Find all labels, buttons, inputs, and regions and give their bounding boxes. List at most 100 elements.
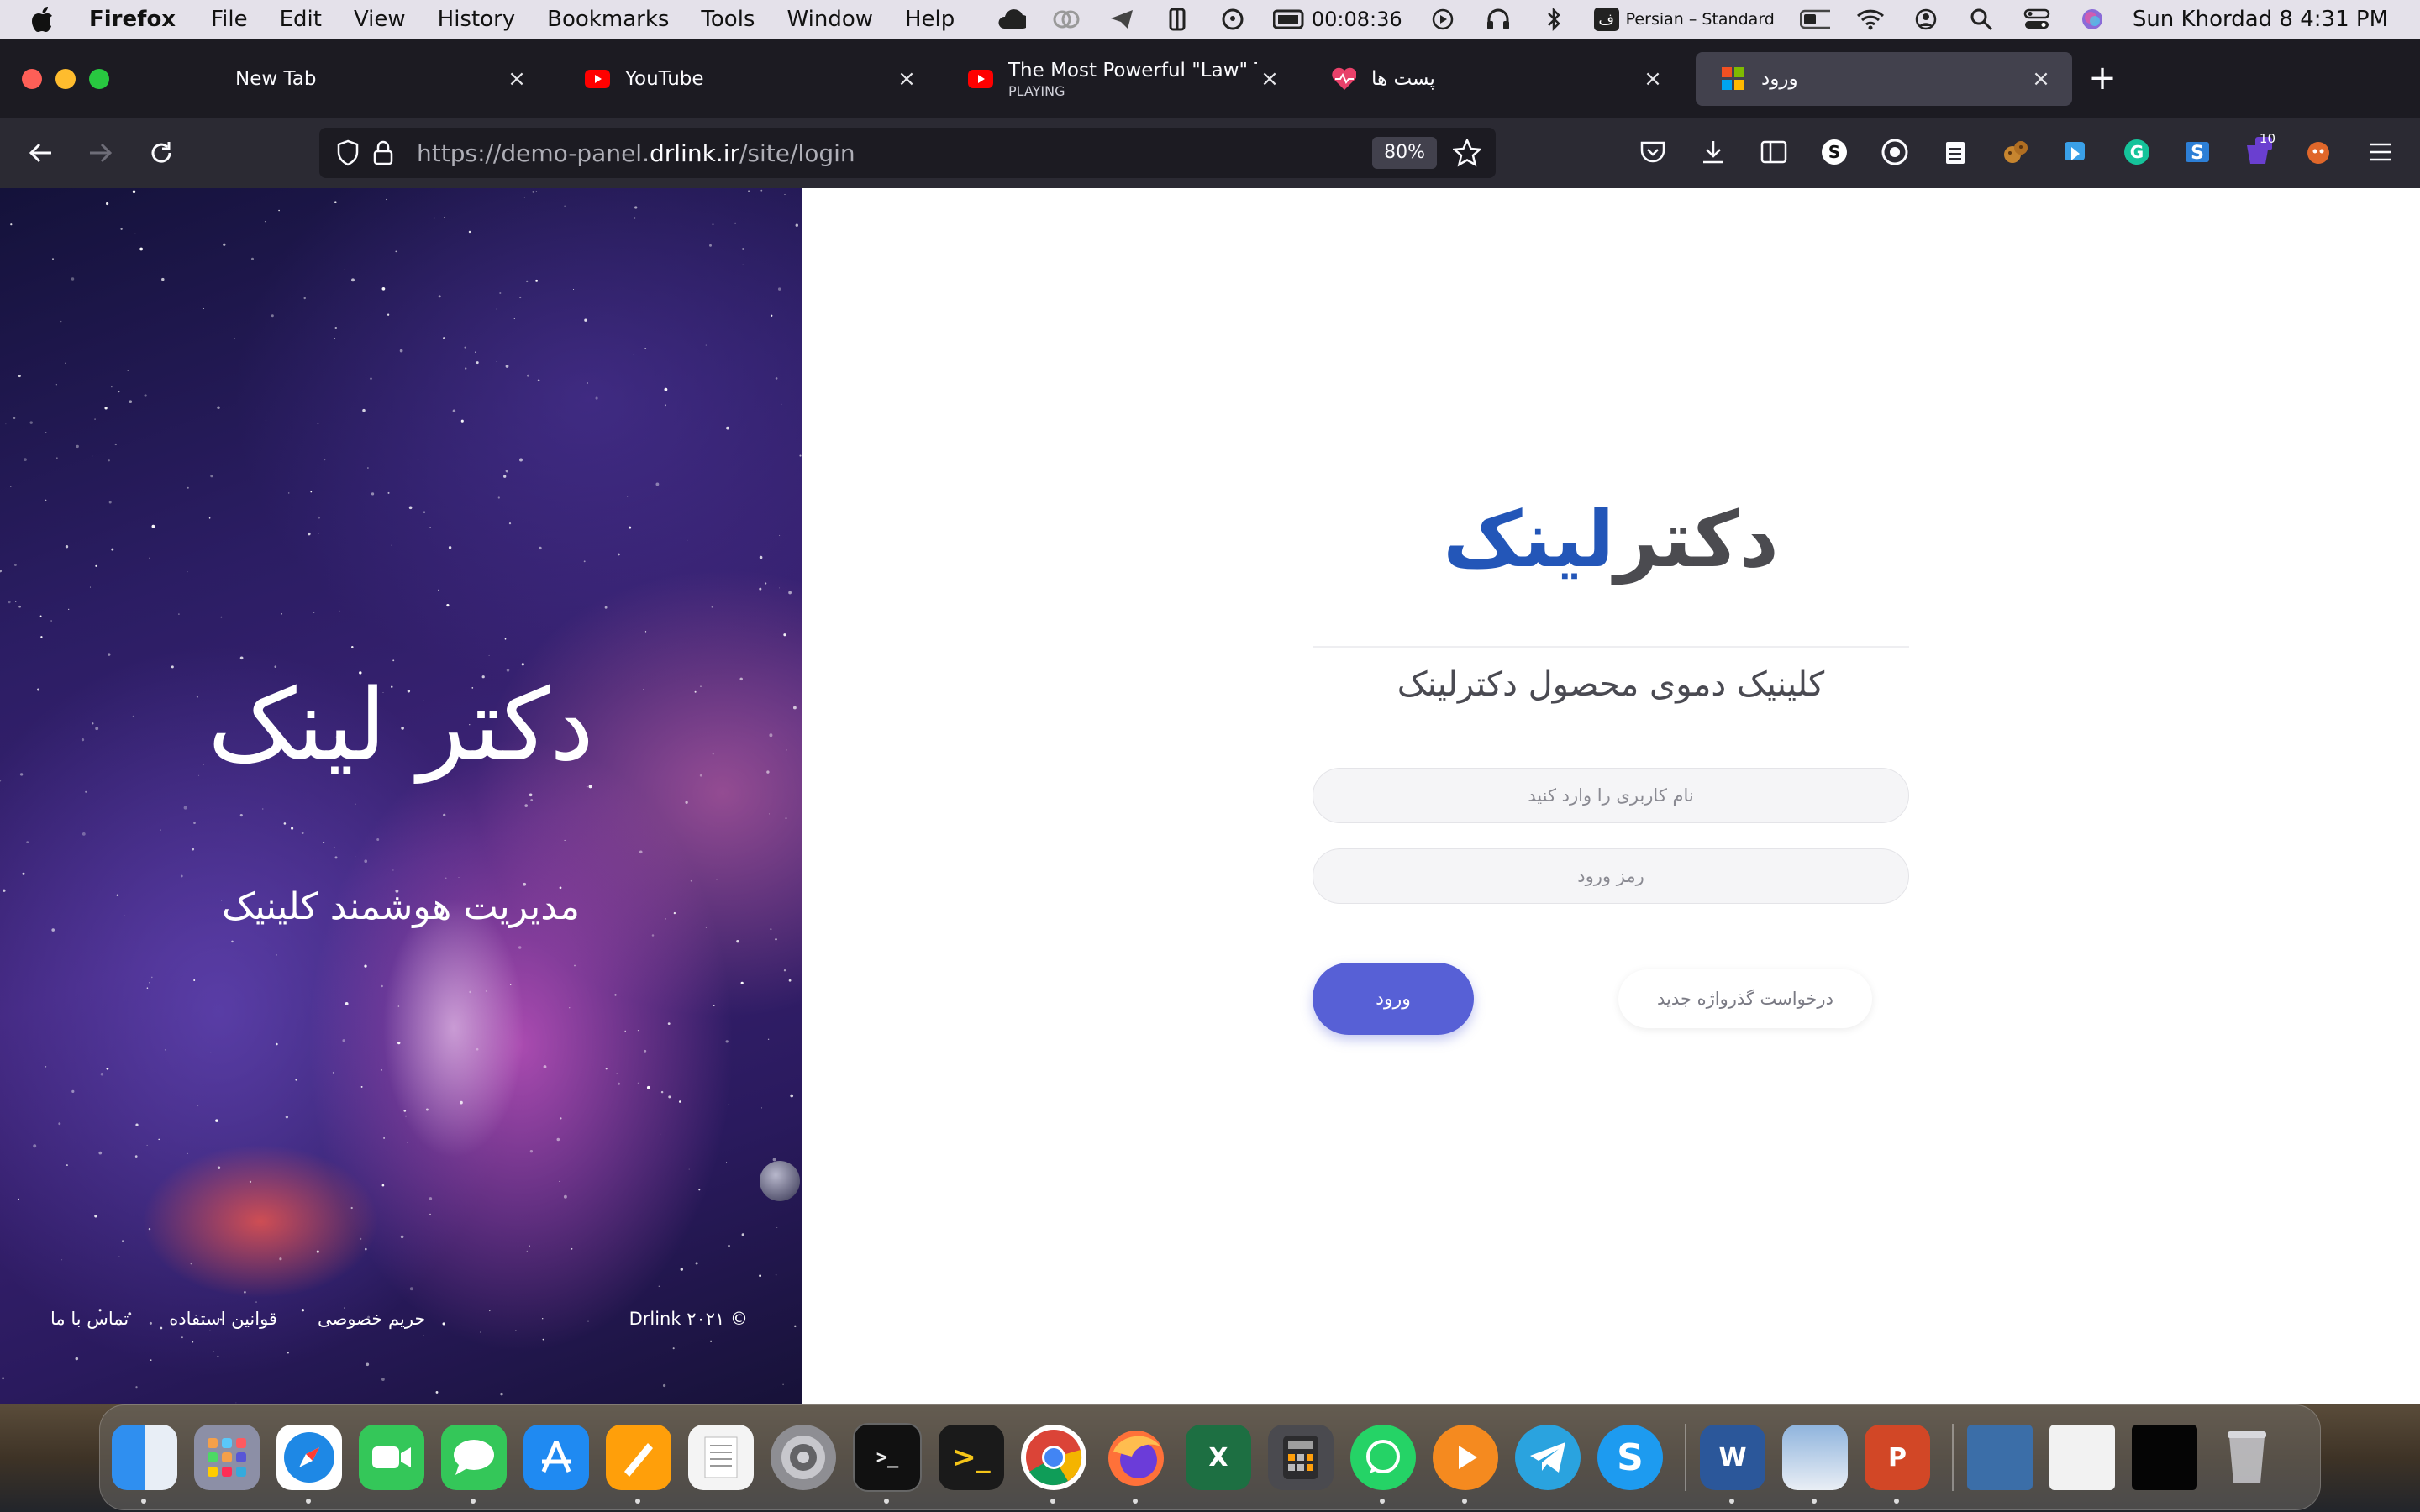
pocket-icon[interactable] [1634, 133, 1672, 171]
extension-s-blue-icon[interactable]: S [2178, 133, 2217, 171]
whatsapp-icon[interactable] [1350, 1425, 1416, 1504]
extension-s-icon[interactable]: S [1815, 133, 1854, 171]
reload-button[interactable] [141, 133, 182, 173]
menubar-clock[interactable]: Sun Khordad 8 4:31 PM [2133, 7, 2388, 32]
menu-edit[interactable]: Edit [280, 7, 322, 32]
username-input[interactable] [1313, 768, 1909, 823]
hamburger-menu-icon[interactable] [2361, 133, 2400, 171]
translate-extension-icon[interactable] [2057, 133, 2096, 171]
facetime-icon[interactable] [359, 1425, 424, 1490]
zoom-level-button[interactable]: 80% [1372, 137, 1437, 169]
tab-login-active[interactable]: ورود × [1696, 52, 2072, 106]
url-text[interactable]: https://demo-panel.drlink.ir/site/login [417, 139, 855, 167]
preview-icon[interactable] [1782, 1425, 1848, 1504]
back-button[interactable] [20, 133, 60, 173]
telegram-send-icon[interactable] [1107, 7, 1137, 32]
siri-icon[interactable] [2077, 7, 2107, 32]
timer-display[interactable]: 00:08:36 [1272, 8, 1402, 31]
safari-icon[interactable] [276, 1425, 342, 1504]
menu-window[interactable]: Window [786, 7, 873, 32]
shield-icon[interactable] [331, 136, 365, 170]
podcast-icon[interactable] [1218, 7, 1248, 32]
extension-fox-icon[interactable] [2299, 133, 2338, 171]
minimized-window-thumbnail[interactable] [1967, 1425, 2033, 1490]
contact-us-link[interactable]: تماس با ما [50, 1309, 129, 1329]
menu-history[interactable]: History [438, 7, 516, 32]
system-preferences-icon[interactable] [771, 1425, 836, 1490]
trash-icon[interactable] [2214, 1425, 2280, 1490]
close-tab-icon[interactable]: × [504, 66, 529, 92]
launchpad-icon[interactable] [194, 1425, 260, 1490]
extension-circle-icon[interactable] [1876, 133, 1914, 171]
notes-icon[interactable] [1936, 133, 1975, 171]
messages-icon[interactable] [441, 1425, 507, 1504]
menu-file[interactable]: File [211, 7, 248, 32]
menu-tools[interactable]: Tools [701, 7, 755, 32]
tab-posts[interactable]: پست ها × [1306, 52, 1684, 106]
excel-icon[interactable]: X [1186, 1425, 1251, 1490]
grammarly-icon[interactable]: G [2118, 133, 2156, 171]
extension-badge-icon[interactable]: 10 [2238, 131, 2277, 171]
wifi-icon[interactable] [1855, 7, 1886, 32]
bookmark-star-icon[interactable] [1450, 136, 1484, 170]
firefox-icon[interactable] [1103, 1425, 1169, 1504]
password-input[interactable] [1313, 848, 1909, 904]
infuse-icon[interactable] [1433, 1425, 1498, 1504]
word-icon[interactable]: W [1700, 1425, 1765, 1504]
menu-help[interactable]: Help [905, 7, 955, 32]
close-tab-icon[interactable]: × [1640, 66, 1665, 92]
privacy-link[interactable]: حریم خصوصی [318, 1309, 425, 1329]
app-name[interactable]: Firefox [89, 7, 176, 32]
request-new-password-button[interactable]: درخواست گذرواژه جدید [1618, 969, 1872, 1028]
forward-button[interactable] [81, 133, 121, 173]
lock-icon[interactable] [366, 136, 400, 170]
apple-menu-icon[interactable] [32, 7, 66, 32]
split-icon[interactable] [1162, 7, 1192, 32]
maximize-window-button[interactable] [89, 69, 109, 89]
close-window-button[interactable] [22, 69, 42, 89]
powerpoint-icon[interactable]: P [1865, 1425, 1930, 1504]
menu-bookmarks[interactable]: Bookmarks [547, 7, 669, 32]
downloads-icon[interactable] [1694, 133, 1733, 171]
powershell-icon[interactable]: >_ [939, 1425, 1004, 1490]
pages-icon[interactable] [606, 1425, 671, 1504]
play-icon[interactable] [1428, 7, 1458, 32]
tab-video-playing[interactable]: The Most Powerful "Law" That C PLAYING × [943, 52, 1301, 106]
minimize-window-button[interactable] [55, 69, 76, 89]
chrome-icon[interactable] [1021, 1425, 1086, 1504]
spotlight-search-icon[interactable] [1966, 7, 1996, 32]
minimized-document-thumbnail[interactable] [2049, 1425, 2115, 1490]
skype-icon[interactable]: S [1597, 1425, 1663, 1490]
close-tab-icon[interactable]: × [894, 66, 919, 92]
star-dot [362, 408, 366, 412]
control-center-icon[interactable] [2022, 7, 2052, 32]
terminal-icon[interactable]: >_ [853, 1423, 922, 1504]
close-tab-icon[interactable]: × [1257, 66, 1282, 92]
tab-youtube[interactable]: YouTube × [560, 52, 938, 106]
bluetooth-icon[interactable] [1539, 7, 1569, 32]
cookie-icon[interactable] [1996, 133, 2035, 171]
minimized-video-thumbnail[interactable] [2132, 1425, 2197, 1490]
calculator-icon[interactable] [1268, 1425, 1334, 1490]
new-tab-button[interactable]: + [2086, 61, 2119, 96]
app-store-icon[interactable] [523, 1425, 589, 1490]
textedit-icon[interactable] [688, 1425, 754, 1490]
finder-icon[interactable] [112, 1425, 177, 1504]
url-bar[interactable]: https://demo-panel.drlink.ir/site/login … [319, 128, 1496, 178]
menu-view[interactable]: View [354, 7, 406, 32]
user-account-icon[interactable] [1911, 7, 1941, 32]
sidebar-icon[interactable] [1754, 133, 1793, 171]
creative-cloud-icon[interactable] [1051, 7, 1081, 32]
star-dot [405, 1115, 407, 1117]
terms-of-use-link[interactable]: قوانین استفاده [169, 1309, 277, 1329]
close-tab-icon[interactable]: × [2028, 66, 2054, 92]
input-source[interactable]: ف Persian – Standard [1593, 8, 1775, 31]
tab-new-tab[interactable]: New Tab × [170, 52, 548, 106]
planet-image [760, 1161, 800, 1201]
star-dot [542, 1338, 544, 1341]
telegram-icon[interactable] [1515, 1425, 1581, 1490]
cloud-icon[interactable] [996, 7, 1026, 32]
battery-icon[interactable] [1799, 7, 1830, 32]
headphones-icon[interactable] [1483, 7, 1513, 32]
login-button[interactable]: ورود [1313, 963, 1474, 1035]
